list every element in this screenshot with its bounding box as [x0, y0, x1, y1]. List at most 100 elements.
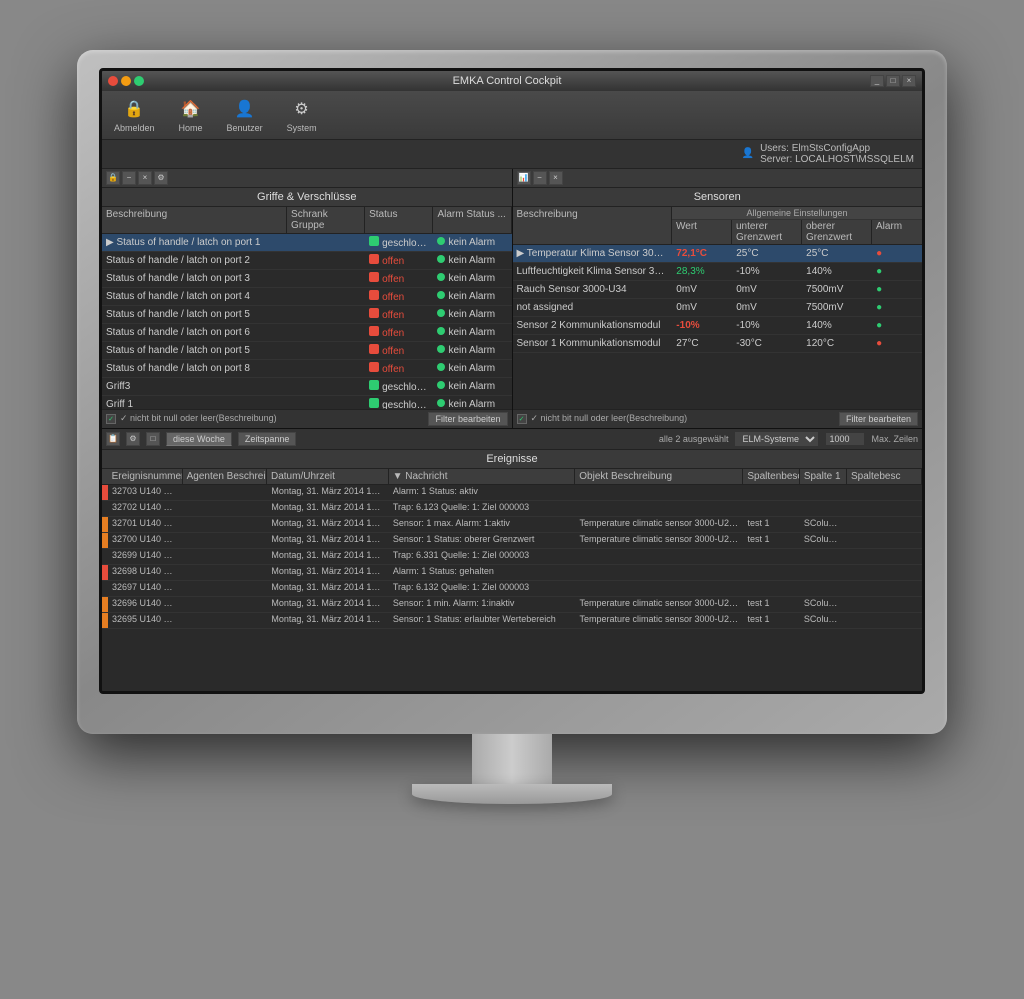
sensor-alarm: ●: [872, 337, 922, 350]
elm-systems-select[interactable]: ELM-Systeme: [734, 431, 819, 447]
table-row[interactable]: Status of handle / latch on port 2 offen…: [102, 252, 512, 270]
ev-icon3[interactable]: □: [146, 432, 160, 446]
sensor-icon[interactable]: 📊: [517, 171, 531, 185]
ev-header-spalte1: Spaltenbeschriftung 1: [743, 469, 799, 484]
row-alarm: kein Alarm: [433, 290, 511, 303]
sensor-header-unterer: unterer Grenzwert: [732, 220, 802, 244]
ev-icon1[interactable]: 📋: [106, 432, 120, 446]
list-item[interactable]: 32703 U140 EMKA TZ Montag, 31. März 2014…: [102, 485, 922, 501]
ev-spalte1: test 1: [743, 533, 799, 548]
row-alarm: kein Alarm: [433, 380, 511, 393]
sensor-row[interactable]: Rauch Sensor 3000-U34 0mV 0mV 7500mV ●: [513, 281, 923, 299]
sensor-filter-button[interactable]: Filter bearbeiten: [839, 412, 918, 426]
ev-nr: 32701 U140 EMKA TZ: [108, 517, 183, 532]
dot-yellow[interactable]: [121, 76, 131, 86]
status-icon-red: [369, 254, 379, 264]
sensor-header-alarm: Alarm: [872, 220, 922, 244]
sensor-row[interactable]: Sensor 2 Kommunikationsmodul -10% -10% 1…: [513, 317, 923, 335]
max-zeilen-label: Max. Zeilen: [871, 434, 918, 444]
ev-objekt: Temperature climatic sensor 3000-U2S SCo…: [575, 597, 743, 612]
sensor-x-icon[interactable]: ×: [549, 171, 563, 185]
minus-icon[interactable]: −: [122, 171, 136, 185]
right-panel-content: ▶ Temperatur Klima Sensor 3000-U2S 72,1°…: [513, 245, 923, 409]
status-icon-red: [369, 290, 379, 300]
list-item[interactable]: 32696 U140 EMKA TZ Montag, 31. März 2014…: [102, 597, 922, 613]
list-item[interactable]: 32699 U140 EMKA TZ Montag, 31. März 2014…: [102, 549, 922, 565]
list-item[interactable]: 32698 U140 EMKA TZ Montag, 31. März 2014…: [102, 565, 922, 581]
sensor-row[interactable]: Luftfeuchtigkeit Klima Sensor 3000... 28…: [513, 263, 923, 281]
sensor-alarm: ●: [872, 319, 922, 332]
alarm-dot: [437, 363, 445, 371]
dot-red[interactable]: [108, 76, 118, 86]
close-button[interactable]: ×: [902, 75, 916, 87]
row-status: offen: [365, 361, 433, 376]
sensor-wert: -10%: [672, 319, 732, 332]
sensor-alarm: ●: [872, 247, 922, 260]
filter-checkbox[interactable]: ✓: [106, 414, 116, 424]
lock-icon[interactable]: 🔒: [106, 171, 120, 185]
sensor-oberer: 25°C: [802, 247, 872, 260]
sensor-desc: not assigned: [513, 301, 673, 314]
sensor-row[interactable]: not assigned 0mV 0mV 7500mV ●: [513, 299, 923, 317]
table-row[interactable]: Status of handle / latch on port 3 offen…: [102, 270, 512, 288]
sensor-wert: 27°C: [672, 337, 732, 350]
ev-header-nr: Ereignisnummer: [108, 469, 183, 484]
alarm-dot: [437, 237, 445, 245]
benutzer-icon: 👤: [233, 97, 257, 121]
filter-bearbeiten-button[interactable]: Filter bearbeiten: [428, 412, 507, 426]
table-row[interactable]: Griff3 geschlossen kein Alarm: [102, 378, 512, 396]
table-row[interactable]: ▶ Status of handle / latch on port 1 ges…: [102, 234, 512, 252]
sensor-filter-checkbox[interactable]: ✓: [517, 414, 527, 424]
list-item[interactable]: 32702 U140 EMKA TZ Montag, 31. März 2014…: [102, 501, 922, 517]
ev-icon2[interactable]: ⚙: [126, 432, 140, 446]
alarm-dot: [437, 309, 445, 317]
system-icon: ⚙: [290, 97, 314, 121]
abmelden-button[interactable]: 🔒 Abmelden: [110, 95, 159, 135]
ev-spalte: [800, 581, 847, 596]
ev-datum: Montag, 31. März 2014 13:46:50: [267, 501, 389, 516]
sensor-header-desc: Beschreibung: [513, 207, 673, 244]
abmelden-icon: 🔒: [122, 97, 146, 121]
ev-datum: Montag, 31. März 2014 13:45:55: [267, 581, 389, 596]
server-label: Server: LOCALHOST\MSSQLELM: [760, 154, 914, 165]
table-row[interactable]: Status of handle / latch on port 4 offen…: [102, 288, 512, 306]
benutzer-button[interactable]: 👤 Benutzer: [223, 95, 267, 135]
table-row[interactable]: Status of handle / latch on port 5 offen…: [102, 342, 512, 360]
ev-objekt: [575, 581, 743, 596]
dot-green-title[interactable]: [134, 76, 144, 86]
settings-icon[interactable]: ⚙: [154, 171, 168, 185]
minimize-button[interactable]: _: [870, 75, 884, 87]
ev-datum: Montag, 31. März 2014 13:45:55: [267, 613, 389, 628]
status-icon-red: [369, 344, 379, 354]
ev-agent: [183, 597, 267, 612]
tab-zeitspanne[interactable]: Zeitspanne: [238, 432, 297, 446]
sensor-subrow: Wert unterer Grenzwert oberer Grenzwert …: [672, 220, 922, 244]
ev-datum: Montag, 31. März 2014 13:46:50: [267, 533, 389, 548]
sensor-row[interactable]: Sensor 1 Kommunikationsmodul 27°C -30°C …: [513, 335, 923, 353]
maximize-button[interactable]: □: [886, 75, 900, 87]
events-title: Ereignisse: [102, 450, 922, 469]
row-alarm: kein Alarm: [433, 344, 511, 357]
sensor-unterer: -10%: [732, 319, 802, 332]
sensor-desc: Rauch Sensor 3000-U34: [513, 283, 673, 296]
table-row[interactable]: Status of handle / latch on port 8 offen…: [102, 360, 512, 378]
list-item[interactable]: 32697 U140 EMKA TZ Montag, 31. März 2014…: [102, 581, 922, 597]
tab-diese-woche[interactable]: diese Woche: [166, 432, 232, 446]
table-row[interactable]: Status of handle / latch on port 5 offen…: [102, 306, 512, 324]
row-status: geschlossen: [365, 379, 433, 394]
ev-spaltebesc: [847, 581, 922, 596]
ev-nr: 32697 U140 EMKA TZ: [108, 581, 183, 596]
table-row[interactable]: Status of handle / latch on port 6 offen…: [102, 324, 512, 342]
home-button[interactable]: 🏠 Home: [175, 95, 207, 135]
list-item[interactable]: 32700 U140 EMKA TZ Montag, 31. März 2014…: [102, 533, 922, 549]
elm-value-input[interactable]: [825, 432, 865, 446]
x-icon[interactable]: ×: [138, 171, 152, 185]
table-row[interactable]: Griff 1 geschlossen kein Alarm: [102, 396, 512, 409]
sensor-minus-icon[interactable]: −: [533, 171, 547, 185]
system-button[interactable]: ⚙ System: [283, 95, 321, 135]
sensor-row[interactable]: ▶ Temperatur Klima Sensor 3000-U2S 72,1°…: [513, 245, 923, 263]
list-item[interactable]: 32695 U140 EMKA TZ Montag, 31. März 2014…: [102, 613, 922, 629]
list-item[interactable]: 32701 U140 EMKA TZ Montag, 31. März 2014…: [102, 517, 922, 533]
left-filter-bar: ✓ ✓ nicht bit null oder leer(Beschreibun…: [102, 409, 512, 428]
ev-nr: 32702 U140 EMKA TZ: [108, 501, 183, 516]
